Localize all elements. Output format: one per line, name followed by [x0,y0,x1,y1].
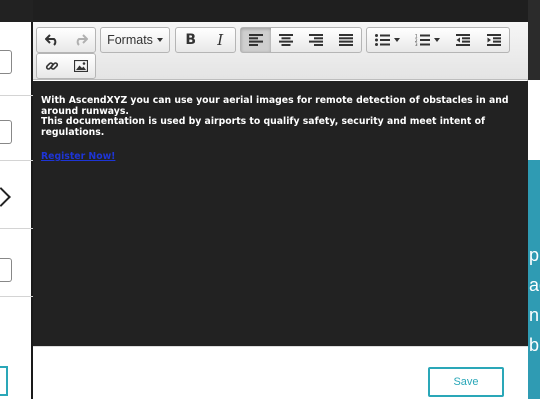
background-text-fragment: b [529,335,540,355]
chevron-down-icon [433,38,440,42]
outdent-icon [455,34,470,46]
bullet-list-icon [374,34,390,46]
background-dark-header [528,0,540,80]
background-input-edge [0,258,12,282]
register-link[interactable]: Register Now! [41,151,520,163]
chevron-right-icon [0,187,11,207]
chevron-down-icon [156,38,163,42]
save-button[interactable]: Save [428,367,504,397]
align-left-icon [249,34,263,46]
bullet-list-button[interactable] [367,28,407,52]
background-page-left [0,0,33,399]
insert-group [36,53,96,79]
rich-text-editor-modal: Formats B I 1 2 3 With AscendXYZ you can… [33,0,528,399]
text-style-group: B I [175,27,236,53]
editor-toolbar: Formats B I 1 2 3 [33,22,528,80]
background-text-fragment: pl [529,245,540,265]
bold-button[interactable]: B [176,28,206,52]
background-divider [0,228,33,229]
insert-image-button[interactable] [66,54,95,78]
link-icon [45,62,58,70]
redo-button[interactable] [66,28,95,52]
align-justify-icon [339,34,353,46]
align-justify-button[interactable] [331,28,361,52]
indent-button[interactable] [478,28,509,52]
bold-icon: B [185,32,197,48]
align-right-icon [309,34,323,46]
outdent-button[interactable] [447,28,478,52]
svg-text:3: 3 [415,42,418,46]
background-dropdown-edge [0,50,12,74]
editor-content-area[interactable]: With AscendXYZ you can use your aerial i… [33,81,528,346]
align-left-button[interactable] [241,28,271,52]
undo-icon [44,34,56,46]
insert-link-button[interactable] [37,54,66,78]
redo-icon [76,34,88,46]
background-input-edge [0,120,12,144]
background-text-fragment: n [529,305,540,325]
image-icon [73,60,88,72]
indent-icon [486,34,501,46]
background-divider [0,95,33,96]
editor-paragraph: With AscendXYZ you can use your aerial i… [41,95,509,117]
numbered-list-icon: 123 [415,34,430,46]
background-divider [0,160,33,161]
formats-label: Formats [107,33,153,47]
background-top-bar [0,0,33,22]
undo-button[interactable] [37,28,66,52]
align-center-icon [279,34,293,46]
history-group [36,27,96,53]
background-page-right: pl ag n b [528,0,540,399]
alignment-group [240,27,362,53]
align-center-button[interactable] [271,28,301,52]
background-divider [0,296,33,297]
chevron-down-icon [393,38,400,42]
editor-paragraph: This documentation is used by airports t… [41,116,486,138]
italic-button[interactable]: I [206,28,236,52]
formats-dropdown[interactable]: Formats [101,28,169,52]
background-text-fragment: ag [529,275,540,295]
align-right-button[interactable] [301,28,331,52]
background-teal-panel: pl ag n b [528,160,540,399]
italic-icon: I [217,31,224,49]
list-indent-group: 123 [366,27,510,53]
modal-footer: Save [33,346,528,399]
modal-top-strip [33,0,528,22]
numbered-list-button[interactable]: 123 [407,28,447,52]
background-button-edge [0,366,8,396]
formats-group: Formats [100,27,170,53]
